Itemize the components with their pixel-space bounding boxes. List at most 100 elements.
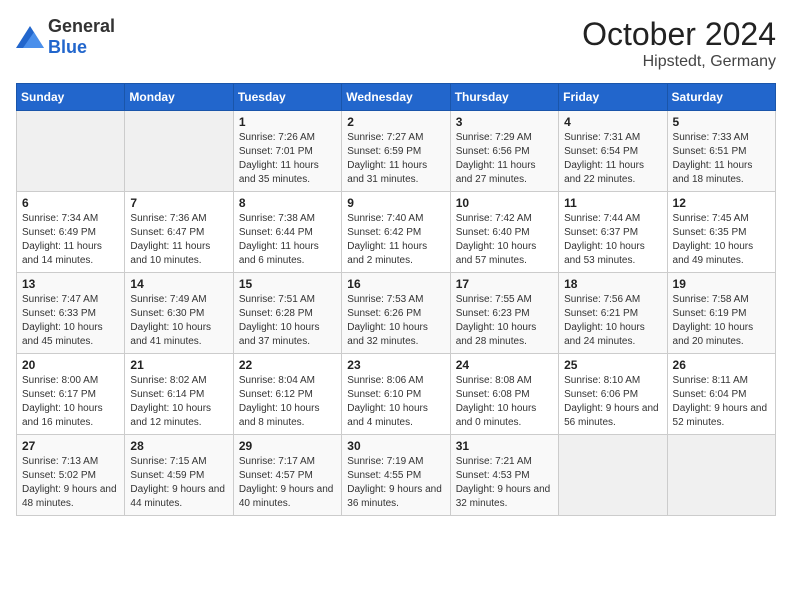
cell-detail: Sunrise: 8:08 AM Sunset: 6:08 PM Dayligh… xyxy=(456,374,553,430)
logo-blue: Blue xyxy=(48,37,87,57)
day-number: 12 xyxy=(673,196,770,210)
day-number: 28 xyxy=(130,439,227,453)
calendar-cell xyxy=(17,111,125,192)
day-number: 16 xyxy=(347,277,444,291)
day-number: 30 xyxy=(347,439,444,453)
calendar-table: Sunday Monday Tuesday Wednesday Thursday… xyxy=(16,83,776,516)
cell-detail: Sunrise: 8:02 AM Sunset: 6:14 PM Dayligh… xyxy=(130,374,227,430)
day-number: 5 xyxy=(673,115,770,129)
cell-detail: Sunrise: 7:26 AM Sunset: 7:01 PM Dayligh… xyxy=(239,131,336,187)
cell-detail: Sunrise: 8:06 AM Sunset: 6:10 PM Dayligh… xyxy=(347,374,444,430)
cell-detail: Sunrise: 7:55 AM Sunset: 6:23 PM Dayligh… xyxy=(456,293,553,349)
logo: General Blue xyxy=(16,16,115,58)
cell-detail: Sunrise: 7:36 AM Sunset: 6:47 PM Dayligh… xyxy=(130,212,227,268)
cell-detail: Sunrise: 8:10 AM Sunset: 6:06 PM Dayligh… xyxy=(564,374,661,430)
title-block: October 2024 Hipstedt, Germany xyxy=(582,16,776,71)
cell-detail: Sunrise: 7:53 AM Sunset: 6:26 PM Dayligh… xyxy=(347,293,444,349)
calendar-cell xyxy=(667,435,775,516)
calendar-week-1: 1 Sunrise: 7:26 AM Sunset: 7:01 PM Daylig… xyxy=(17,111,776,192)
cell-detail: Sunrise: 7:13 AM Sunset: 5:02 PM Dayligh… xyxy=(22,455,119,511)
logo-text: General Blue xyxy=(48,16,115,58)
calendar-cell: 26 Sunrise: 8:11 AM Sunset: 6:04 PM Dayli… xyxy=(667,354,775,435)
calendar-cell: 13Sunrise: 7:47 AM Sunset: 6:33 PM Dayli… xyxy=(17,273,125,354)
cell-detail: Sunrise: 7:31 AM Sunset: 6:54 PM Dayligh… xyxy=(564,131,661,187)
cell-detail: Sunrise: 8:00 AM Sunset: 6:17 PM Dayligh… xyxy=(22,374,119,430)
cell-detail: Sunrise: 7:51 AM Sunset: 6:28 PM Dayligh… xyxy=(239,293,336,349)
cell-detail: Sunrise: 7:29 AM Sunset: 6:56 PM Dayligh… xyxy=(456,131,553,187)
cell-detail: Sunrise: 7:27 AM Sunset: 6:59 PM Dayligh… xyxy=(347,131,444,187)
calendar-header-row: Sunday Monday Tuesday Wednesday Thursday… xyxy=(17,84,776,111)
calendar-cell xyxy=(125,111,233,192)
cell-detail: Sunrise: 7:38 AM Sunset: 6:44 PM Dayligh… xyxy=(239,212,336,268)
calendar-cell: 24 Sunrise: 8:08 AM Sunset: 6:08 PM Dayli… xyxy=(450,354,558,435)
cell-detail: Sunrise: 7:40 AM Sunset: 6:42 PM Dayligh… xyxy=(347,212,444,268)
calendar-cell: 30Sunrise: 7:19 AM Sunset: 4:55 PM Dayli… xyxy=(342,435,450,516)
day-number: 17 xyxy=(456,277,553,291)
day-number: 4 xyxy=(564,115,661,129)
calendar-cell: 1 Sunrise: 7:26 AM Sunset: 7:01 PM Daylig… xyxy=(233,111,341,192)
calendar-cell xyxy=(559,435,667,516)
location-title: Hipstedt, Germany xyxy=(582,53,776,71)
logo-general: General xyxy=(48,16,115,36)
cell-detail: Sunrise: 7:17 AM Sunset: 4:57 PM Dayligh… xyxy=(239,455,336,511)
day-number: 25 xyxy=(564,358,661,372)
cell-detail: Sunrise: 8:11 AM Sunset: 6:04 PM Dayligh… xyxy=(673,374,770,430)
day-number: 7 xyxy=(130,196,227,210)
cell-detail: Sunrise: 7:34 AM Sunset: 6:49 PM Dayligh… xyxy=(22,212,119,268)
calendar-cell: 21 Sunrise: 8:02 AM Sunset: 6:14 PM Dayli… xyxy=(125,354,233,435)
header-friday: Friday xyxy=(559,84,667,111)
header-monday: Monday xyxy=(125,84,233,111)
day-number: 18 xyxy=(564,277,661,291)
cell-detail: Sunrise: 7:44 AM Sunset: 6:37 PM Dayligh… xyxy=(564,212,661,268)
day-number: 27 xyxy=(22,439,119,453)
calendar-cell: 29 Sunrise: 7:17 AM Sunset: 4:57 PM Dayli… xyxy=(233,435,341,516)
day-number: 6 xyxy=(22,196,119,210)
day-number: 9 xyxy=(347,196,444,210)
calendar-week-2: 6 Sunrise: 7:34 AM Sunset: 6:49 PM Daylig… xyxy=(17,192,776,273)
header-saturday: Saturday xyxy=(667,84,775,111)
calendar-cell: 14Sunrise: 7:49 AM Sunset: 6:30 PM Dayli… xyxy=(125,273,233,354)
page-header: General Blue October 2024 Hipstedt, Germ… xyxy=(16,16,776,71)
day-number: 26 xyxy=(673,358,770,372)
day-number: 22 xyxy=(239,358,336,372)
calendar-cell: 16 Sunrise: 7:53 AM Sunset: 6:26 PM Dayli… xyxy=(342,273,450,354)
header-sunday: Sunday xyxy=(17,84,125,111)
calendar-cell: 15Sunrise: 7:51 AM Sunset: 6:28 PM Dayli… xyxy=(233,273,341,354)
calendar-cell: 17 Sunrise: 7:55 AM Sunset: 6:23 PM Dayli… xyxy=(450,273,558,354)
calendar-cell: 7 Sunrise: 7:36 AM Sunset: 6:47 PM Daylig… xyxy=(125,192,233,273)
day-number: 1 xyxy=(239,115,336,129)
calendar-cell: 10Sunrise: 7:42 AM Sunset: 6:40 PM Dayli… xyxy=(450,192,558,273)
calendar-cell: 19Sunrise: 7:58 AM Sunset: 6:19 PM Dayli… xyxy=(667,273,775,354)
day-number: 24 xyxy=(456,358,553,372)
header-wednesday: Wednesday xyxy=(342,84,450,111)
calendar-cell: 9 Sunrise: 7:40 AM Sunset: 6:42 PM Daylig… xyxy=(342,192,450,273)
calendar-cell: 22 Sunrise: 8:04 AM Sunset: 6:12 PM Dayli… xyxy=(233,354,341,435)
calendar-cell: 3Sunrise: 7:29 AM Sunset: 6:56 PM Daylig… xyxy=(450,111,558,192)
cell-detail: Sunrise: 7:49 AM Sunset: 6:30 PM Dayligh… xyxy=(130,293,227,349)
calendar-week-5: 27 Sunrise: 7:13 AM Sunset: 5:02 PM Dayli… xyxy=(17,435,776,516)
calendar-cell: 4 Sunrise: 7:31 AM Sunset: 6:54 PM Daylig… xyxy=(559,111,667,192)
cell-detail: Sunrise: 7:15 AM Sunset: 4:59 PM Dayligh… xyxy=(130,455,227,511)
logo-icon xyxy=(16,26,44,48)
cell-detail: Sunrise: 7:47 AM Sunset: 6:33 PM Dayligh… xyxy=(22,293,119,349)
cell-detail: Sunrise: 7:33 AM Sunset: 6:51 PM Dayligh… xyxy=(673,131,770,187)
cell-detail: Sunrise: 7:56 AM Sunset: 6:21 PM Dayligh… xyxy=(564,293,661,349)
calendar-cell: 28 Sunrise: 7:15 AM Sunset: 4:59 PM Dayli… xyxy=(125,435,233,516)
month-title: October 2024 xyxy=(582,16,776,53)
calendar-cell: 11Sunrise: 7:44 AM Sunset: 6:37 PM Dayli… xyxy=(559,192,667,273)
cell-detail: Sunrise: 7:21 AM Sunset: 4:53 PM Dayligh… xyxy=(456,455,553,511)
calendar-week-4: 20 Sunrise: 8:00 AM Sunset: 6:17 PM Dayli… xyxy=(17,354,776,435)
header-tuesday: Tuesday xyxy=(233,84,341,111)
calendar-cell: 18 Sunrise: 7:56 AM Sunset: 6:21 PM Dayli… xyxy=(559,273,667,354)
cell-detail: Sunrise: 8:04 AM Sunset: 6:12 PM Dayligh… xyxy=(239,374,336,430)
day-number: 8 xyxy=(239,196,336,210)
day-number: 19 xyxy=(673,277,770,291)
header-thursday: Thursday xyxy=(450,84,558,111)
calendar-cell: 8 Sunrise: 7:38 AM Sunset: 6:44 PM Daylig… xyxy=(233,192,341,273)
calendar-cell: 5 Sunrise: 7:33 AM Sunset: 6:51 PM Daylig… xyxy=(667,111,775,192)
day-number: 21 xyxy=(130,358,227,372)
cell-detail: Sunrise: 7:45 AM Sunset: 6:35 PM Dayligh… xyxy=(673,212,770,268)
day-number: 29 xyxy=(239,439,336,453)
calendar-cell: 25 Sunrise: 8:10 AM Sunset: 6:06 PM Dayli… xyxy=(559,354,667,435)
day-number: 20 xyxy=(22,358,119,372)
